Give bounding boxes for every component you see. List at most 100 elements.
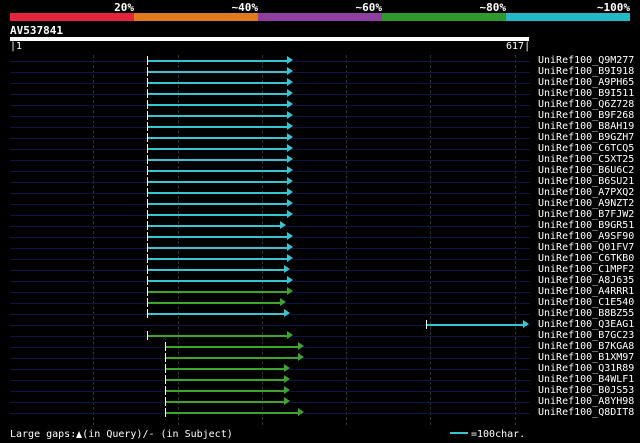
hit-label[interactable]: UniRef100_C6TKB0 [538,253,634,264]
hit-label[interactable]: UniRef100_B9F268 [538,110,634,121]
hit-label[interactable]: UniRef100_A4RRR1 [538,286,634,297]
hit-bar[interactable] [165,401,285,403]
hit-row[interactable]: UniRef100_B8AH19 [0,121,640,132]
hit-row[interactable]: UniRef100_C1E540 [0,297,640,308]
hit-label[interactable]: UniRef100_C6TCQ5 [538,143,634,154]
hit-bar[interactable] [147,302,282,304]
hit-bar[interactable] [147,126,289,128]
hit-row[interactable]: UniRef100_A7PXQ2 [0,187,640,198]
hit-row[interactable]: UniRef100_B9GR51 [0,220,640,231]
hit-label[interactable]: UniRef100_A9SF90 [538,231,634,242]
hit-label[interactable]: UniRef100_B0JS53 [538,385,634,396]
hit-label[interactable]: UniRef100_C5XT25 [538,154,634,165]
hit-row[interactable]: UniRef100_B9F268 [0,110,640,121]
hit-row[interactable]: UniRef100_A8J635 [0,275,640,286]
hit-label[interactable]: UniRef100_B4WLF1 [538,374,634,385]
hit-bar[interactable] [147,291,289,293]
hit-label[interactable]: UniRef100_B6U6C2 [538,165,634,176]
hit-label[interactable]: UniRef100_B1XM97 [538,352,634,363]
hit-label[interactable]: UniRef100_B7GC23 [538,330,634,341]
hit-bar[interactable] [147,170,289,172]
hit-label[interactable]: UniRef100_B8BZ55 [538,308,634,319]
hit-bar[interactable] [147,335,289,337]
hit-label[interactable]: UniRef100_Q01FV7 [538,242,634,253]
hit-label[interactable]: UniRef100_B8AH19 [538,121,634,132]
hit-bar[interactable] [147,269,285,271]
hit-label[interactable]: UniRef100_B9I511 [538,88,634,99]
hit-row[interactable]: UniRef100_C5XT25 [0,154,640,165]
hit-label[interactable]: UniRef100_C1E540 [538,297,634,308]
hit-label[interactable]: UniRef100_B6SU21 [538,176,634,187]
hit-bar[interactable] [165,368,285,370]
hit-bar[interactable] [147,280,289,282]
hit-label[interactable]: UniRef100_B7KGA8 [538,341,634,352]
hit-row[interactable]: UniRef100_A8YH98 [0,396,640,407]
hit-label[interactable]: UniRef100_A7PXQ2 [538,187,634,198]
hit-bar[interactable] [147,192,289,194]
hit-bar[interactable] [147,148,289,150]
hit-bar[interactable] [147,258,289,260]
hit-label[interactable]: UniRef100_Q8DIT8 [538,407,634,418]
hit-row[interactable]: UniRef100_B0JS53 [0,385,640,396]
hit-label[interactable]: UniRef100_B7FJW2 [538,209,634,220]
hit-label[interactable]: UniRef100_Q31R89 [538,363,634,374]
hit-bar[interactable] [147,247,289,249]
hit-row[interactable]: UniRef100_B9I918 [0,66,640,77]
hit-bar[interactable] [147,137,289,139]
hit-row[interactable]: UniRef100_B8BZ55 [0,308,640,319]
hit-row[interactable]: UniRef100_Q6Z728 [0,99,640,110]
hit-label[interactable]: UniRef100_A8YH98 [538,396,634,407]
hit-bar[interactable] [147,159,289,161]
hit-bar[interactable] [147,203,289,205]
hit-bar[interactable] [147,225,282,227]
hit-row[interactable]: UniRef100_A9PH65 [0,77,640,88]
hit-row[interactable]: UniRef100_Q3EAG1 [0,319,640,330]
hit-row[interactable]: UniRef100_B9I511 [0,88,640,99]
hit-bar[interactable] [147,93,289,95]
hit-row[interactable]: UniRef100_A9SF90 [0,231,640,242]
hit-row[interactable]: UniRef100_B6SU21 [0,176,640,187]
hit-row[interactable]: UniRef100_B6U6C2 [0,165,640,176]
hit-row[interactable]: UniRef100_Q9M277 [0,55,640,66]
hit-label[interactable]: UniRef100_A8J635 [538,275,634,286]
hit-bar[interactable] [147,104,289,106]
hit-row[interactable]: UniRef100_B7GC23 [0,330,640,341]
hit-label[interactable]: UniRef100_B9GR51 [538,220,634,231]
hit-bar[interactable] [165,379,285,381]
hit-label[interactable]: UniRef100_B9I918 [538,66,634,77]
hit-start-tick [165,375,167,384]
hit-label[interactable]: UniRef100_Q6Z728 [538,99,634,110]
hit-bar[interactable] [426,324,524,326]
hit-row[interactable]: UniRef100_B9GZH7 [0,132,640,143]
hit-row[interactable]: UniRef100_Q8DIT8 [0,407,640,418]
hit-row[interactable]: UniRef100_C6TCQ5 [0,143,640,154]
hit-bar[interactable] [147,214,289,216]
hit-bar[interactable] [147,82,289,84]
hit-row[interactable]: UniRef100_Q31R89 [0,363,640,374]
hit-label[interactable]: UniRef100_Q3EAG1 [538,319,634,330]
hit-label[interactable]: UniRef100_A9NZT2 [538,198,634,209]
hit-bar[interactable] [147,313,285,315]
hit-label[interactable]: UniRef100_Q9M277 [538,55,634,66]
hit-bar[interactable] [147,71,289,73]
hit-row[interactable]: UniRef100_B7KGA8 [0,341,640,352]
hit-bar[interactable] [147,181,289,183]
hit-bar[interactable] [165,412,300,414]
hit-label[interactable]: UniRef100_B9GZH7 [538,132,634,143]
hit-row[interactable]: UniRef100_A4RRR1 [0,286,640,297]
hit-bar[interactable] [147,60,289,62]
hit-row[interactable]: UniRef100_B4WLF1 [0,374,640,385]
hit-bar[interactable] [165,357,300,359]
hit-row[interactable]: UniRef100_A9NZT2 [0,198,640,209]
hit-row[interactable]: UniRef100_C6TKB0 [0,253,640,264]
hit-row[interactable]: UniRef100_B1XM97 [0,352,640,363]
hit-row[interactable]: UniRef100_C1MPF2 [0,264,640,275]
hit-row[interactable]: UniRef100_Q01FV7 [0,242,640,253]
hit-bar[interactable] [165,390,285,392]
hit-label[interactable]: UniRef100_A9PH65 [538,77,634,88]
hit-bar[interactable] [165,346,300,348]
hit-label[interactable]: UniRef100_C1MPF2 [538,264,634,275]
hit-bar[interactable] [147,236,289,238]
hit-row[interactable]: UniRef100_B7FJW2 [0,209,640,220]
hit-bar[interactable] [147,115,289,117]
